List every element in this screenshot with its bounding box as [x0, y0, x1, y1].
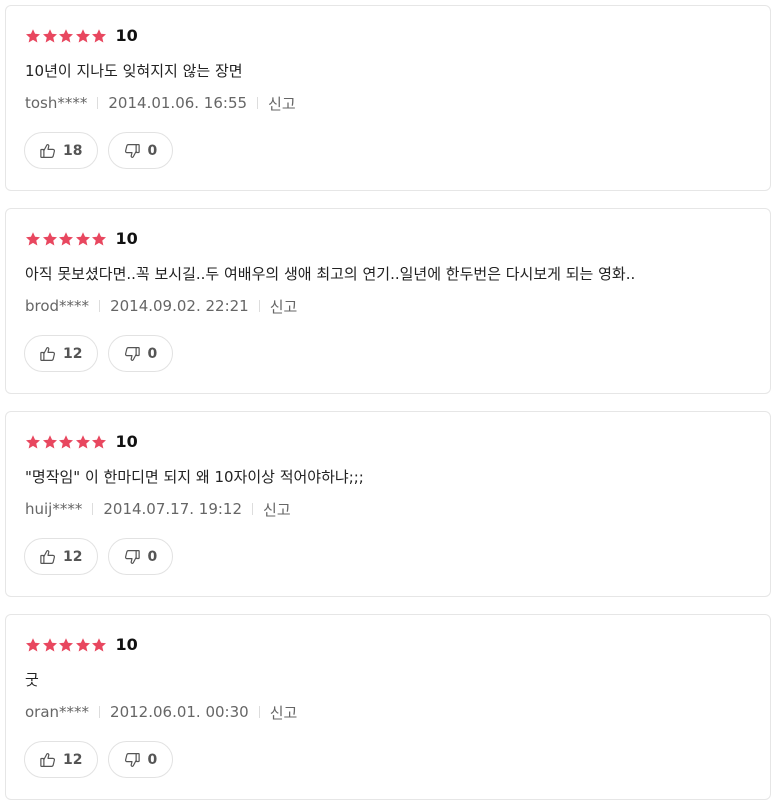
- dislike-button[interactable]: 0: [108, 741, 174, 778]
- thumbs-up-icon: [39, 751, 57, 769]
- thumbs-down-icon: [123, 751, 141, 769]
- thumbs-down-icon: [123, 548, 141, 566]
- star-icon: [91, 231, 107, 247]
- review-date: 2012.06.01. 00:30: [110, 703, 249, 721]
- dislike-button[interactable]: 0: [108, 538, 174, 575]
- vote-buttons: 12 0: [24, 335, 183, 372]
- like-count: 12: [63, 751, 83, 768]
- thumbs-up-icon: [39, 345, 57, 363]
- rating: 10: [25, 431, 138, 453]
- star-icon: [58, 434, 74, 450]
- rating-score: 10: [115, 229, 138, 248]
- thumbs-up-icon: [39, 142, 57, 160]
- review-card: 10 10년이 지나도 잊혀지지 않는 장면 tosh**** 2014.01.…: [5, 5, 771, 191]
- vote-buttons: 12 0: [24, 538, 183, 575]
- review-card: 10 아직 못보셨다면..꼭 보시길..두 여배우의 생애 최고의 연기..일년…: [5, 208, 771, 394]
- like-button[interactable]: 12: [24, 741, 99, 778]
- divider: [92, 503, 94, 515]
- rating: 10: [25, 634, 138, 656]
- like-count: 18: [63, 142, 83, 159]
- dislike-count: 0: [147, 142, 158, 159]
- report-link[interactable]: 신고: [270, 296, 298, 317]
- review-card: 10 굿 oran**** 2012.06.01. 00:30 신고 12 0: [5, 614, 771, 800]
- star-icon: [58, 28, 74, 44]
- report-link[interactable]: 신고: [263, 499, 291, 520]
- divider: [99, 706, 101, 718]
- dislike-count: 0: [147, 548, 158, 565]
- star-icon: [25, 28, 41, 44]
- star-rating: [25, 637, 108, 653]
- star-rating: [25, 231, 108, 247]
- star-icon: [42, 637, 58, 653]
- thumbs-down-icon: [123, 345, 141, 363]
- rating: 10: [25, 228, 138, 250]
- star-icon: [42, 28, 58, 44]
- dislike-button[interactable]: 0: [108, 132, 174, 169]
- rating-score: 10: [115, 432, 138, 451]
- star-icon: [58, 637, 74, 653]
- star-icon: [25, 637, 41, 653]
- review-card: 10 "명작임" 이 한마디면 되지 왜 10자이상 적어야하냐;;; huij…: [5, 411, 771, 597]
- thumbs-up-icon: [39, 548, 57, 566]
- review-meta: tosh**** 2014.01.06. 16:55 신고: [25, 92, 296, 114]
- review-list: 10 10년이 지나도 잊혀지지 않는 장면 tosh**** 2014.01.…: [0, 0, 776, 803]
- star-icon: [42, 231, 58, 247]
- like-button[interactable]: 12: [24, 335, 99, 372]
- reviewer-id: tosh****: [25, 94, 88, 112]
- divider: [252, 503, 254, 515]
- star-icon: [75, 637, 91, 653]
- divider: [97, 97, 99, 109]
- dislike-count: 0: [147, 345, 158, 362]
- star-icon: [75, 28, 91, 44]
- star-icon: [25, 434, 41, 450]
- like-button[interactable]: 12: [24, 538, 99, 575]
- review-meta: brod**** 2014.09.02. 22:21 신고: [25, 295, 297, 317]
- divider: [258, 300, 260, 312]
- vote-buttons: 12 0: [24, 741, 183, 778]
- like-button[interactable]: 18: [24, 132, 99, 169]
- star-icon: [75, 434, 91, 450]
- like-count: 12: [63, 548, 83, 565]
- dislike-count: 0: [147, 751, 158, 768]
- report-link[interactable]: 신고: [270, 702, 298, 723]
- star-icon: [25, 231, 41, 247]
- star-icon: [75, 231, 91, 247]
- review-meta: huij**** 2014.07.17. 19:12 신고: [25, 498, 291, 520]
- star-icon: [42, 434, 58, 450]
- divider: [257, 97, 259, 109]
- star-icon: [91, 28, 107, 44]
- review-date: 2014.01.06. 16:55: [108, 94, 248, 112]
- review-date: 2014.09.02. 22:21: [110, 297, 249, 315]
- rating: 10: [25, 25, 138, 47]
- rating-score: 10: [115, 635, 138, 654]
- report-link[interactable]: 신고: [268, 93, 296, 114]
- review-text: 아직 못보셨다면..꼭 보시길..두 여배우의 생애 최고의 연기..일년에 한…: [25, 265, 636, 283]
- divider: [99, 300, 101, 312]
- review-date: 2014.07.17. 19:12: [103, 500, 243, 518]
- divider: [258, 706, 260, 718]
- reviewer-id: huij****: [25, 500, 83, 518]
- reviewer-id: oran****: [25, 703, 90, 721]
- review-text: 굿: [25, 671, 39, 689]
- dislike-button[interactable]: 0: [108, 335, 174, 372]
- reviewer-id: brod****: [25, 297, 90, 315]
- star-icon: [91, 637, 107, 653]
- star-icon: [58, 231, 74, 247]
- like-count: 12: [63, 345, 83, 362]
- star-icon: [91, 434, 107, 450]
- thumbs-down-icon: [123, 142, 141, 160]
- rating-score: 10: [115, 26, 138, 45]
- review-text: "명작임" 이 한마디면 되지 왜 10자이상 적어야하냐;;;: [25, 468, 364, 486]
- review-text: 10년이 지나도 잊혀지지 않는 장면: [25, 62, 243, 80]
- review-meta: oran**** 2012.06.01. 00:30 신고: [25, 701, 297, 723]
- vote-buttons: 18 0: [24, 132, 183, 169]
- star-rating: [25, 434, 108, 450]
- star-rating: [25, 28, 108, 44]
